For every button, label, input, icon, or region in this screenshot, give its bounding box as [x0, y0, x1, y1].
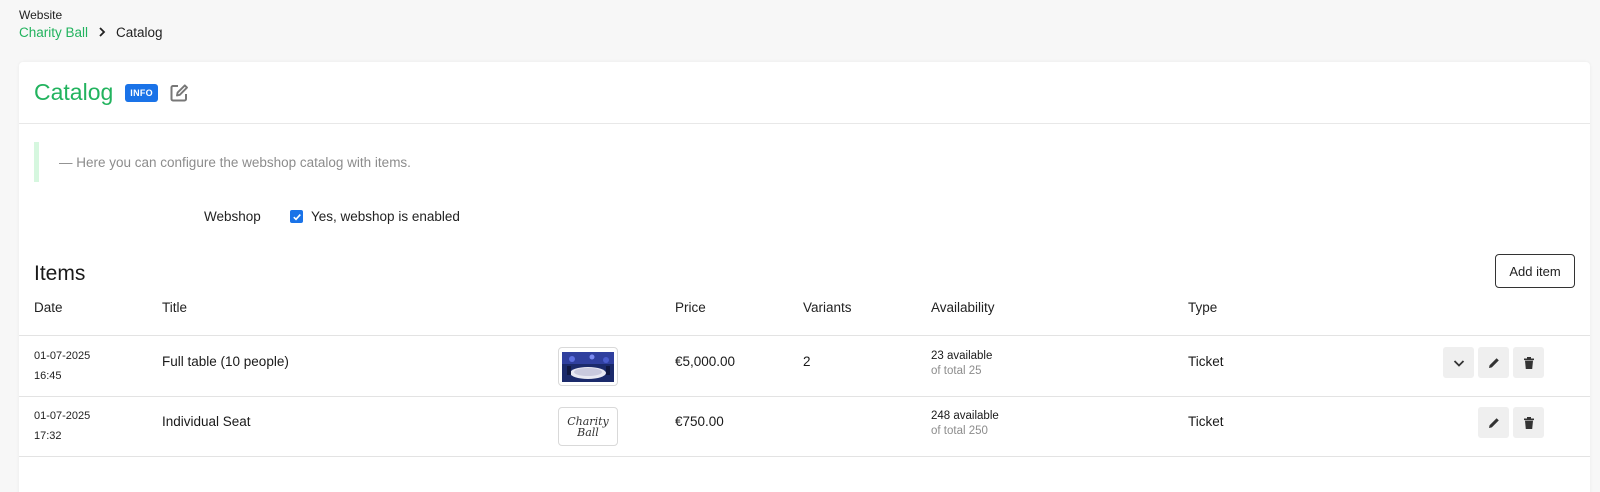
breadcrumb: Charity Ball Catalog — [19, 25, 163, 40]
charity-ball-logo: Charity Ball — [567, 414, 609, 439]
intro-text: — Here you can configure the webshop cat… — [59, 154, 411, 170]
pencil-icon — [1488, 357, 1499, 368]
row-available-count: 23 available — [931, 350, 993, 362]
trash-icon — [1523, 416, 1534, 429]
row-available-count: 248 available — [931, 410, 999, 422]
column-header-availability: Availability — [931, 300, 995, 315]
table-row[interactable]: 01-07-2025 16:45 Full table (10 people) … — [19, 337, 1590, 397]
delete-button[interactable] — [1513, 407, 1544, 438]
item-thumbnail: Charity Ball — [558, 407, 618, 446]
webshop-setting: Webshop Yes, webshop is enabled — [204, 209, 460, 224]
webshop-label: Webshop — [204, 209, 261, 224]
edit-icon[interactable] — [169, 83, 189, 103]
section-label: Website — [19, 8, 63, 22]
page-title: Catalog — [34, 79, 114, 105]
row-price: €5,000.00 — [675, 354, 736, 369]
row-variants: 2 — [803, 354, 811, 369]
chevron-down-icon — [1453, 359, 1464, 367]
catalog-card: Catalog INFO — Here you can configure th… — [19, 62, 1590, 492]
edit-button[interactable] — [1478, 407, 1509, 438]
breadcrumb-link-charity-ball[interactable]: Charity Ball — [19, 25, 88, 40]
add-item-button[interactable]: Add item — [1495, 254, 1575, 288]
trash-icon — [1523, 356, 1534, 369]
row-total-count: of total 25 — [931, 365, 982, 377]
breadcrumb-current: Catalog — [116, 25, 163, 40]
intro-note: — Here you can configure the webshop cat… — [34, 142, 411, 182]
row-total-count: of total 250 — [931, 425, 988, 437]
column-header-variants: Variants — [803, 300, 852, 315]
column-header-date: Date — [34, 300, 63, 315]
items-heading: Items — [34, 262, 86, 285]
table-header: Date Title Price Variants Availability T… — [19, 298, 1590, 336]
row-time-value: 16:45 — [34, 370, 62, 382]
edit-button[interactable] — [1478, 347, 1509, 378]
row-date-value: 01-07-2025 — [34, 350, 91, 362]
webshop-checkbox[interactable] — [290, 210, 303, 223]
table-photo-image — [562, 351, 614, 382]
row-date: 01-07-2025 16:45 — [34, 346, 90, 386]
row-type: Ticket — [1188, 354, 1224, 369]
table-row[interactable]: 01-07-2025 17:32 Individual Seat Charity… — [19, 397, 1590, 457]
row-title: Full table (10 people) — [162, 354, 289, 369]
row-time-value: 17:32 — [34, 430, 62, 442]
chevron-right-icon — [98, 26, 106, 40]
expand-button[interactable] — [1443, 347, 1474, 378]
column-header-type: Type — [1188, 300, 1218, 315]
pencil-icon — [1488, 417, 1499, 428]
row-availability: 23 available of total 25 — [931, 349, 992, 379]
info-badge[interactable]: INFO — [125, 83, 158, 102]
row-date: 01-07-2025 17:32 — [34, 406, 90, 446]
row-type: Ticket — [1188, 414, 1224, 429]
card-header: Catalog INFO — [19, 62, 1590, 124]
item-thumbnail — [558, 347, 618, 386]
row-price: €750.00 — [675, 414, 724, 429]
row-availability: 248 available of total 250 — [931, 409, 999, 439]
column-header-title: Title — [162, 300, 188, 315]
column-header-price: Price — [675, 300, 706, 315]
webshop-checkbox-label[interactable]: Yes, webshop is enabled — [311, 209, 460, 224]
row-title: Individual Seat — [162, 414, 251, 429]
row-date-value: 01-07-2025 — [34, 410, 91, 422]
delete-button[interactable] — [1513, 347, 1544, 378]
